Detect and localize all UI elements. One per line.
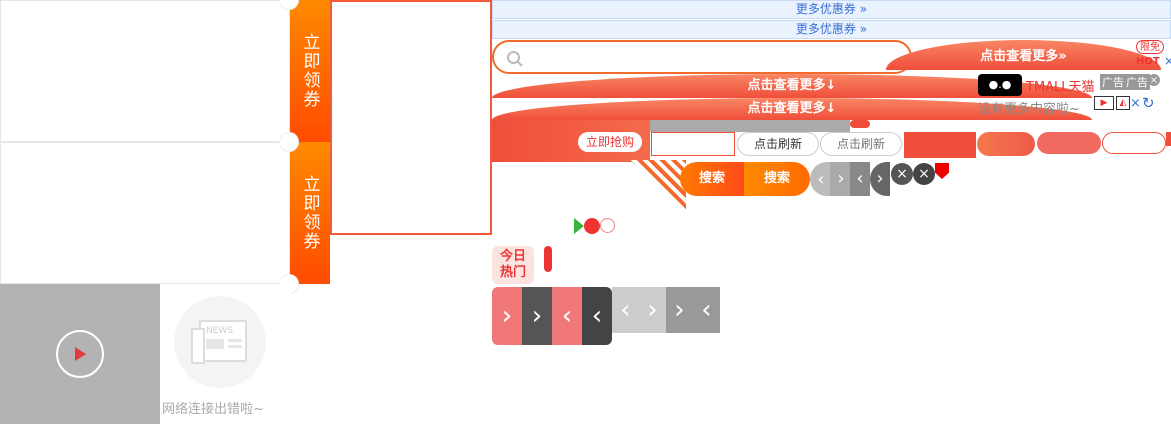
today-hot-line2: 热门 bbox=[499, 265, 526, 280]
refresh-label: 点击刷新 bbox=[753, 137, 802, 151]
more-coupons-link[interactable]: 更多优惠券 » bbox=[492, 0, 1171, 19]
close-icon[interactable]: × bbox=[1164, 54, 1171, 68]
claim-coupon-button-top[interactable]: 立即领券 bbox=[290, 0, 330, 142]
view-more-label: 点击查看更多↓ bbox=[747, 101, 837, 116]
view-more-label: 点击查看更多↓ bbox=[747, 78, 837, 93]
promo-strip bbox=[650, 120, 850, 132]
buy-now-button[interactable]: 立即抢购 bbox=[578, 132, 642, 152]
chevron-left-icon[interactable]: ‹ bbox=[850, 162, 870, 196]
claim-coupon-button-bottom[interactable]: 立即领券 bbox=[290, 142, 330, 284]
search-bar[interactable] bbox=[492, 40, 912, 74]
hot-badge: HOT bbox=[1136, 56, 1160, 67]
search-button[interactable]: 搜索 bbox=[680, 162, 744, 196]
coupon-notch bbox=[279, 132, 299, 152]
coupon-card-bottom bbox=[0, 142, 290, 284]
coupon-detail-panel bbox=[330, 0, 492, 235]
active-dot[interactable] bbox=[584, 218, 600, 234]
claim-coupon-label: 立即领券 bbox=[299, 175, 320, 251]
claim-coupon-label: 立即领券 bbox=[299, 33, 320, 109]
video-placeholder[interactable] bbox=[0, 284, 160, 424]
prev-button[interactable]: ‹ bbox=[612, 287, 639, 333]
network-error-text: 网络连接出错啦~ bbox=[162, 402, 264, 417]
no-more-content-text: 没有更多内容啦~ bbox=[978, 102, 1080, 117]
green-indicator bbox=[574, 218, 584, 234]
color-swatch-button[interactable] bbox=[1166, 132, 1171, 146]
refresh-icon[interactable]: ↻ bbox=[1142, 94, 1155, 112]
search-icon bbox=[507, 51, 523, 67]
more-coupons-link[interactable]: 更多优惠券 » bbox=[492, 20, 1171, 39]
view-more-label: 点击查看更多» bbox=[980, 49, 1067, 64]
news-label: NEWS bbox=[206, 326, 233, 336]
news-error-panel: NEWS 网络连接出错啦~ bbox=[160, 284, 290, 424]
view-more-banner-top[interactable]: 点击查看更多» bbox=[886, 40, 1161, 70]
next-button[interactable]: › bbox=[639, 287, 666, 333]
tmall-cat-icon: ●.● bbox=[978, 74, 1022, 96]
search-label: 搜索 bbox=[698, 171, 725, 186]
refresh-label: 点击刷新 bbox=[836, 137, 885, 151]
next-button[interactable]: › bbox=[492, 287, 522, 345]
close-icon[interactable]: × bbox=[1130, 96, 1141, 111]
prev-button[interactable]: ‹ bbox=[582, 287, 612, 345]
buy-now-label: 立即抢购 bbox=[585, 135, 634, 149]
text-input[interactable] bbox=[651, 132, 735, 156]
qr-code-icon bbox=[630, 160, 686, 210]
close-icon[interactable]: × bbox=[891, 163, 913, 185]
ad-label: 广告 bbox=[1100, 74, 1126, 90]
today-hot-line1: 今日 bbox=[499, 249, 526, 264]
next-button[interactable]: › bbox=[666, 287, 693, 333]
bookmark-icon bbox=[935, 163, 949, 179]
chevron-left-icon[interactable]: ‹ bbox=[810, 162, 832, 196]
tmall-label: TMALL天猫 bbox=[1026, 80, 1095, 95]
coupon-card-top bbox=[0, 0, 290, 142]
more-coupons-label: 更多优惠券 » bbox=[795, 22, 868, 36]
news-icon: NEWS bbox=[174, 296, 266, 388]
search-label: 搜索 bbox=[763, 171, 790, 186]
image-ad-icon[interactable]: ◭ bbox=[1116, 96, 1130, 110]
color-swatch-button[interactable] bbox=[977, 132, 1035, 156]
refresh-button[interactable]: 点击刷新 bbox=[820, 132, 902, 156]
play-ad-icon[interactable]: ▶ bbox=[1094, 96, 1114, 110]
limited-free-label: 限免 bbox=[1140, 42, 1160, 53]
refresh-button[interactable]: 点击刷新 bbox=[737, 132, 819, 156]
prev-button[interactable]: ‹ bbox=[693, 287, 720, 333]
play-icon[interactable] bbox=[56, 330, 104, 378]
more-coupons-label: 更多优惠券 » bbox=[795, 2, 868, 16]
chevron-right-icon[interactable]: › bbox=[830, 162, 852, 196]
color-swatch-button[interactable] bbox=[1037, 132, 1101, 154]
limited-free-badge: 限免 bbox=[1136, 40, 1164, 54]
promo-strip-marker bbox=[850, 120, 870, 128]
close-icon[interactable]: × bbox=[913, 163, 935, 185]
chevron-right-icon[interactable]: › bbox=[870, 162, 890, 196]
inactive-dot[interactable] bbox=[600, 218, 615, 233]
close-icon[interactable]: × bbox=[1148, 74, 1160, 86]
search-button[interactable]: 搜索 bbox=[744, 162, 810, 196]
next-button[interactable]: › bbox=[522, 287, 552, 345]
color-swatch-button[interactable] bbox=[904, 132, 976, 158]
hot-indicator-bar bbox=[544, 246, 552, 272]
prev-button[interactable]: ‹ bbox=[552, 287, 582, 345]
today-hot-badge[interactable]: 今日 热门 bbox=[492, 246, 534, 284]
ad-label: 广告 bbox=[1124, 74, 1150, 90]
color-swatch-button[interactable] bbox=[1102, 132, 1166, 154]
